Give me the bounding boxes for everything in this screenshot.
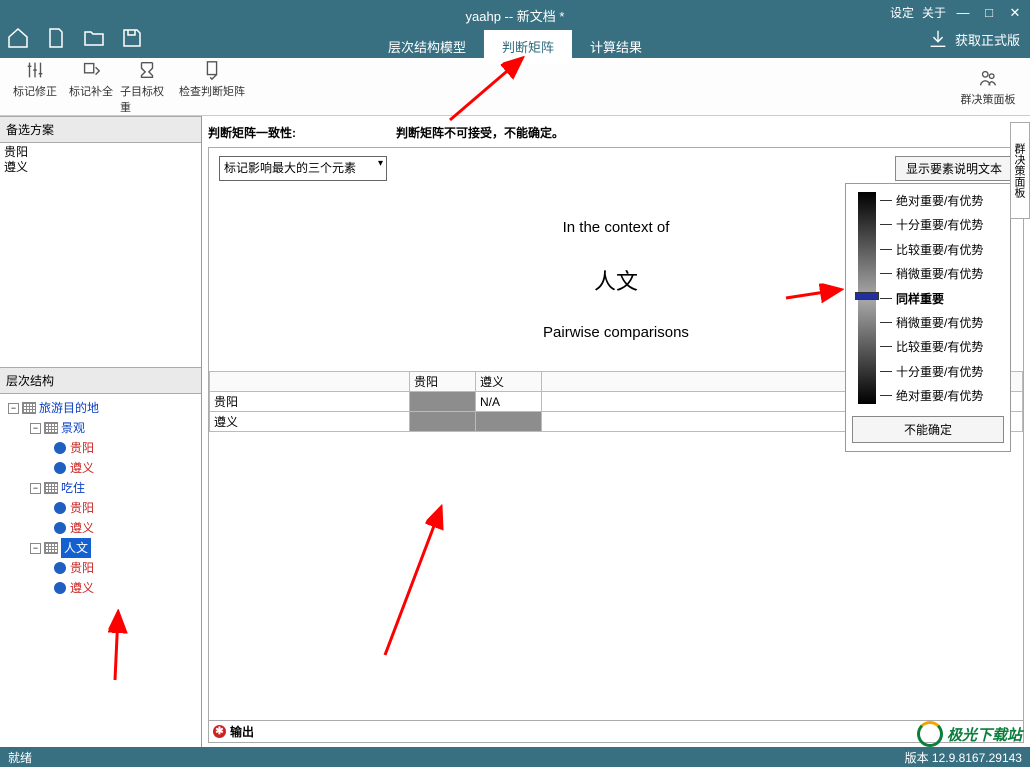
matrix-col-header: 贵阳: [410, 372, 476, 392]
alt-item[interactable]: 遵义: [2, 160, 199, 175]
tree-node-c1[interactable]: 景观: [61, 418, 85, 438]
importance-scale: 绝对重要/有优势 十分重要/有优势 比较重要/有优势 稍微重要/有优势 同样重要…: [845, 183, 1011, 452]
scale-label[interactable]: 十分重要/有优势: [896, 216, 983, 233]
minimize-button[interactable]: —: [954, 5, 972, 20]
matrix-cell[interactable]: [410, 412, 476, 432]
left-panel: 备选方案 贵阳 遵义 层次结构 − 旅游目的地 − 景观 贵阳 遵义 − 吃住 贵阳 …: [0, 116, 202, 747]
tree-leaf[interactable]: 遵义: [70, 578, 94, 598]
tree-panel-header: 层次结构: [0, 367, 201, 394]
mark-fix-button[interactable]: 标记修正: [8, 59, 62, 115]
output-bar[interactable]: ✱ 输出: [209, 720, 1023, 742]
tab-model[interactable]: 层次结构模型: [370, 30, 484, 64]
alt-icon: [54, 522, 66, 534]
home-icon[interactable]: [6, 26, 30, 55]
consistency-msg: 判断矩阵不可接受，不能确定。: [396, 124, 564, 141]
main-area: 备选方案 贵阳 遵义 层次结构 − 旅游目的地 − 景观 贵阳 遵义 − 吃住 贵阳 …: [0, 116, 1030, 747]
tree-leaf[interactable]: 贵阳: [70, 498, 94, 518]
matrix-cell[interactable]: N/A: [476, 392, 542, 412]
criteria-icon: [44, 542, 58, 554]
scale-label[interactable]: 比较重要/有优势: [896, 241, 983, 258]
download-icon: [927, 28, 949, 50]
alt-item[interactable]: 贵阳: [2, 145, 199, 160]
alt-list[interactable]: 贵阳 遵义: [0, 143, 201, 367]
check-matrix-button[interactable]: 检查判断矩阵: [176, 59, 248, 115]
tree-leaf[interactable]: 遵义: [70, 518, 94, 538]
get-full-label: 获取正式版: [955, 30, 1020, 49]
matrix-corner: [210, 372, 410, 392]
tree-leaf[interactable]: 贵阳: [70, 438, 94, 458]
show-desc-button[interactable]: 显示要素说明文本: [895, 156, 1013, 181]
status-left: 就绪: [8, 749, 32, 766]
sub-weight-button[interactable]: 子目标权重: [120, 59, 174, 115]
statusbar: 就绪 版本 12.9.8167.29143: [0, 747, 1030, 767]
mark-dropdown[interactable]: 标记影响最大的三个元素: [219, 156, 387, 181]
mark-fill-button[interactable]: 标记补全: [64, 59, 118, 115]
alt-icon: [54, 442, 66, 454]
matrix-col-header: 遵义: [476, 372, 542, 392]
scale-label[interactable]: 稍微重要/有优势: [896, 265, 983, 282]
comparison-box: 标记影响最大的三个元素 显示要素说明文本 In the context of 人…: [208, 147, 1024, 743]
scale-label[interactable]: 绝对重要/有优势: [896, 192, 983, 209]
scale-bar[interactable]: [858, 192, 876, 404]
alt-icon: [54, 462, 66, 474]
tree-toggle[interactable]: −: [30, 423, 41, 434]
tree-node-c2[interactable]: 吃住: [61, 478, 85, 498]
tree-node-c3-selected[interactable]: 人文: [61, 538, 91, 558]
hierarchy-tree[interactable]: − 旅游目的地 − 景观 贵阳 遵义 − 吃住 贵阳 遵义 − 人文 贵阳 遵义: [0, 394, 201, 747]
consistency-label: 判断矩阵一致性:: [208, 124, 296, 141]
new-file-icon[interactable]: [44, 26, 68, 55]
tree-leaf[interactable]: 贵阳: [70, 558, 94, 578]
about-link[interactable]: 关于: [922, 4, 946, 21]
tab-result[interactable]: 计算结果: [572, 30, 660, 64]
save-icon[interactable]: [120, 26, 144, 55]
matrix-cell-self: [476, 412, 542, 432]
alt-panel-header: 备选方案: [0, 116, 201, 143]
criteria-icon: [44, 422, 58, 434]
get-full-version[interactable]: 获取正式版: [927, 28, 1020, 50]
scale-label[interactable]: 绝对重要/有优势: [896, 387, 983, 404]
scale-label[interactable]: 十分重要/有优势: [896, 363, 983, 380]
output-status-icon: ✱: [213, 725, 226, 738]
title-right-controls: 设定 关于 — □ ✕: [890, 4, 1024, 21]
open-folder-icon[interactable]: [82, 26, 106, 55]
matrix-row-header: 贵阳: [210, 392, 410, 412]
group-panel-button[interactable]: 群决策面板: [954, 67, 1022, 107]
toolbar: 标记修正 标记补全 子目标权重 检查判断矩阵 群决策面板: [0, 58, 1030, 116]
side-tab-group-panel[interactable]: 群决策面板: [1010, 122, 1030, 219]
settings-link[interactable]: 设定: [890, 4, 914, 21]
matrix-cell-self: [410, 392, 476, 412]
status-version: 版本 12.9.8167.29143: [905, 749, 1022, 766]
alt-icon: [54, 582, 66, 594]
scale-marker[interactable]: [855, 292, 879, 300]
quick-toolbar: [6, 26, 144, 55]
tree-root[interactable]: 旅游目的地: [39, 398, 99, 418]
alt-icon: [54, 502, 66, 514]
scale-label[interactable]: 比较重要/有优势: [896, 338, 983, 355]
goal-icon: [22, 402, 36, 414]
criteria-icon: [44, 482, 58, 494]
tree-toggle[interactable]: −: [8, 403, 19, 414]
close-button[interactable]: ✕: [1006, 5, 1024, 20]
maximize-button[interactable]: □: [980, 5, 998, 20]
center-panel: 判断矩阵一致性: 判断矩阵不可接受，不能确定。 标记影响最大的三个元素 显示要素…: [202, 116, 1030, 747]
tree-toggle[interactable]: −: [30, 543, 41, 554]
scale-labels: 绝对重要/有优势 十分重要/有优势 比较重要/有优势 稍微重要/有优势 同样重要…: [880, 192, 1004, 404]
scale-label-equal[interactable]: 同样重要: [896, 290, 944, 307]
titlebar: yaahp -- 新文档 * 设定 关于 — □ ✕ 层次结构模型 判断矩阵 计…: [0, 0, 1030, 58]
tree-toggle[interactable]: −: [30, 483, 41, 494]
tab-matrix[interactable]: 判断矩阵: [484, 30, 572, 64]
alt-icon: [54, 562, 66, 574]
tree-leaf[interactable]: 遵义: [70, 458, 94, 478]
output-label: 输出: [230, 723, 254, 740]
scale-label[interactable]: 稍微重要/有优势: [896, 314, 983, 331]
window-title: yaahp -- 新文档 *: [0, 0, 1030, 25]
unsure-button[interactable]: 不能确定: [852, 416, 1004, 443]
consistency-row: 判断矩阵一致性: 判断矩阵不可接受，不能确定。: [208, 120, 1024, 147]
matrix-row-header: 遵义: [210, 412, 410, 432]
main-tabs: 层次结构模型 判断矩阵 计算结果: [370, 30, 660, 64]
